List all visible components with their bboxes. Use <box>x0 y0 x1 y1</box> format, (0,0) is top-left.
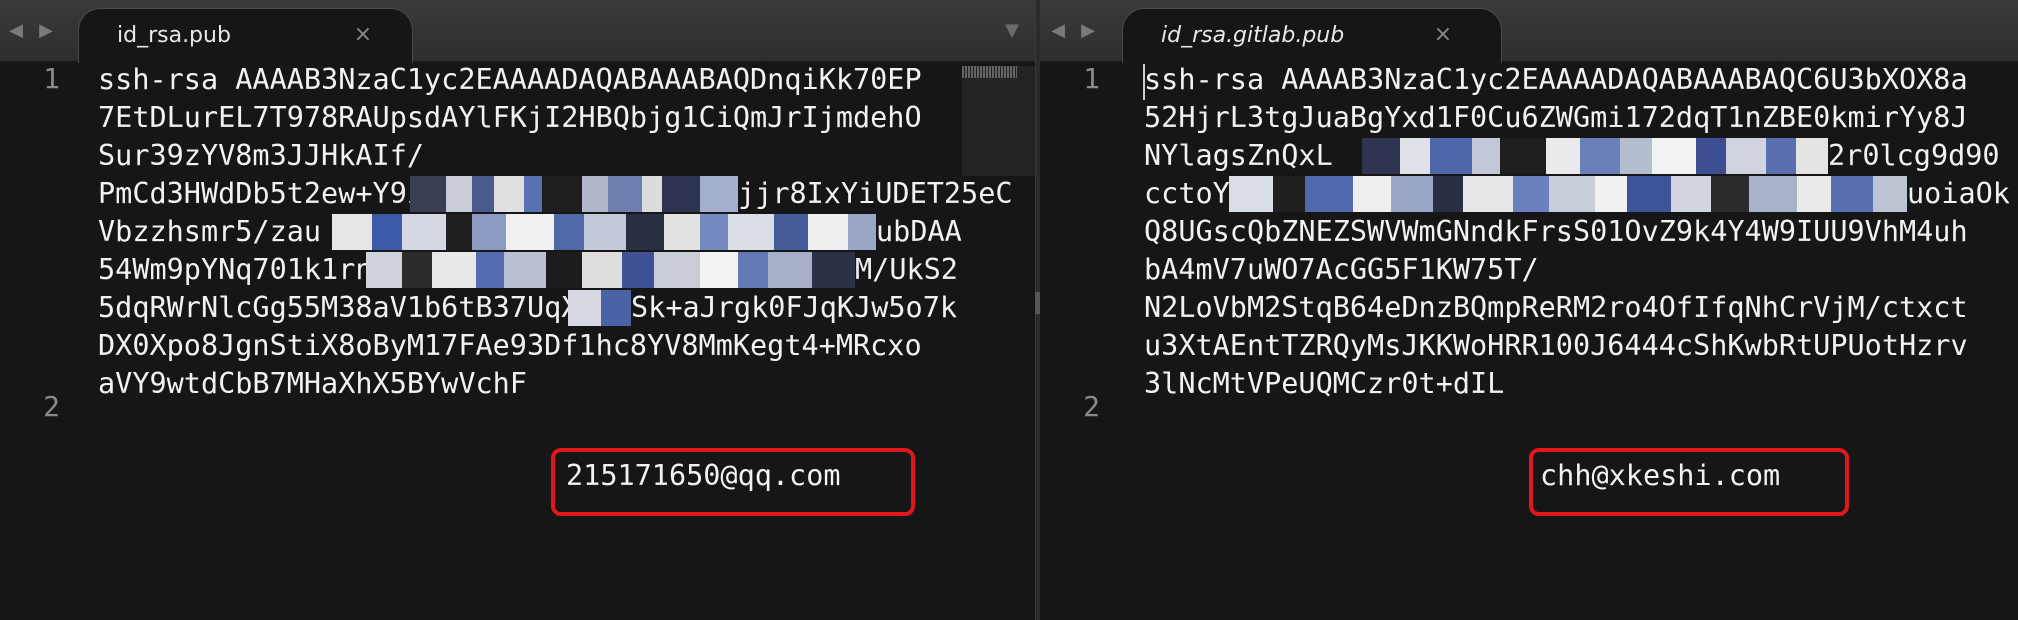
code-line: DX0Xpo8JgnStiX8oByM17FAe93Df1hc8YV8MmKeg… <box>98 329 922 362</box>
tab-title: id_rsa.pub <box>117 23 231 48</box>
code-line: cctoY <box>1144 177 1230 210</box>
email-text: chh@xkeshi.com <box>1540 459 1781 492</box>
email-text: 215171650@qq.com <box>566 459 841 492</box>
tab-id-rsa-gitlab-pub[interactable]: id_rsa.gitlab.pub × <box>1122 8 1502 63</box>
redacted-region <box>568 290 631 326</box>
minimap[interactable] <box>962 66 1035 176</box>
code-line: Sur39zYV8m3JJHkAIf/ <box>98 139 425 172</box>
close-tab-icon[interactable]: × <box>1431 23 1455 47</box>
tab-title: id_rsa.gitlab.pub <box>1161 23 1345 48</box>
redacted-region <box>1362 138 1828 174</box>
code-line: aVY9wtdCbB7MHaXhX5BYwVchF <box>98 367 527 400</box>
code-line: 5dqRWrNlcGg55M38aV1b6tB37UqX0 <box>98 291 596 324</box>
code-line: bA4mV7uWO7AcGG5F1KW75T/ <box>1144 253 1539 286</box>
redacted-region <box>1229 176 1907 212</box>
code-line: 52HjrL3tgJuaBgYxd1F0Cu6ZWGmi172dqT1nZBE0… <box>1144 101 1968 134</box>
redacted-region <box>332 214 876 250</box>
code-line: 7EtDLurEL7T978RAUpsdAYlFKjI2HBQbjg1CiQmJ… <box>98 101 922 134</box>
back-arrow-icon[interactable]: ◀ <box>1048 20 1068 42</box>
code-line: ssh-rsa AAAAB3NzaC1yc2EAAAADAQABAAABAQC6… <box>1144 63 1968 96</box>
code-line: u3XtAEntTZRQyMsJKKWoHRR100J6444cShKwbRtU… <box>1144 329 1968 362</box>
close-tab-icon[interactable]: × <box>351 23 375 47</box>
line-number: 2 <box>43 390 60 423</box>
code-line: NYlagsZnQxL <box>1144 139 1333 172</box>
code-line: Q8UGscQbZNEZSWVWmGNndkFrsS01OvZ9k4Y4W9IU… <box>1144 215 1968 248</box>
line-number: 1 <box>43 62 60 95</box>
code-line-tail: uoiaOk <box>1907 177 2010 210</box>
code-line-tail: M/UkS2 <box>855 253 958 286</box>
minimap-content <box>962 66 1017 78</box>
line-number: 2 <box>1083 390 1100 423</box>
right-tab-bar: ◀ ▶ id_rsa.gitlab.pub × <box>1040 0 2018 63</box>
left-editor-pane: ◀ ▶ id_rsa.pub × ▼ 1 2 ssh-rsa AAAAB3Nza… <box>0 0 1035 620</box>
code-line: 3lNcMtVPeUQMCzr0t+dIL <box>1144 367 1505 400</box>
left-editor[interactable]: 1 2 ssh-rsa AAAAB3NzaC1yc2EAAAADAQABAAAB… <box>0 62 1035 620</box>
tab-list-dropdown-icon[interactable]: ▼ <box>1001 20 1023 41</box>
tab-id-rsa-pub[interactable]: id_rsa.pub × <box>78 8 413 63</box>
code-line: ssh-rsa AAAAB3NzaC1yc2EAAAADAQABAAABAQDn… <box>98 63 922 96</box>
left-tab-bar: ◀ ▶ id_rsa.pub × ▼ <box>0 0 1035 63</box>
code-line: Vbzzhsmr5/zau <box>98 215 322 248</box>
code-line: 54Wm9pYNq701k1rn <box>98 253 373 286</box>
right-editor-pane: ◀ ▶ id_rsa.gitlab.pub × 1 2 ssh-rsa AAAA… <box>1040 0 2018 620</box>
code-line-tail: jjr8IxYiUDET25eC <box>738 177 1013 210</box>
code-line-tail: ubDAA <box>876 215 962 248</box>
line-number: 1 <box>1083 62 1100 95</box>
redacted-region <box>366 252 855 288</box>
forward-arrow-icon[interactable]: ▶ <box>36 20 56 42</box>
code-line: N2LoVbM2StqB64eDnzBQmpReRM2ro4OfIfqNhCrV… <box>1144 291 1968 324</box>
forward-arrow-icon[interactable]: ▶ <box>1078 20 1098 42</box>
back-arrow-icon[interactable]: ◀ <box>6 20 26 42</box>
right-editor[interactable]: 1 2 ssh-rsa AAAAB3NzaC1yc2EAAAADAQABAAAB… <box>1040 62 2018 620</box>
code-line-tail: 2r0lcg9d90 <box>1828 139 2000 172</box>
code-line-tail: Sk+aJrgk0FJqKJw5o7k <box>631 291 958 324</box>
redacted-region <box>410 176 738 212</box>
